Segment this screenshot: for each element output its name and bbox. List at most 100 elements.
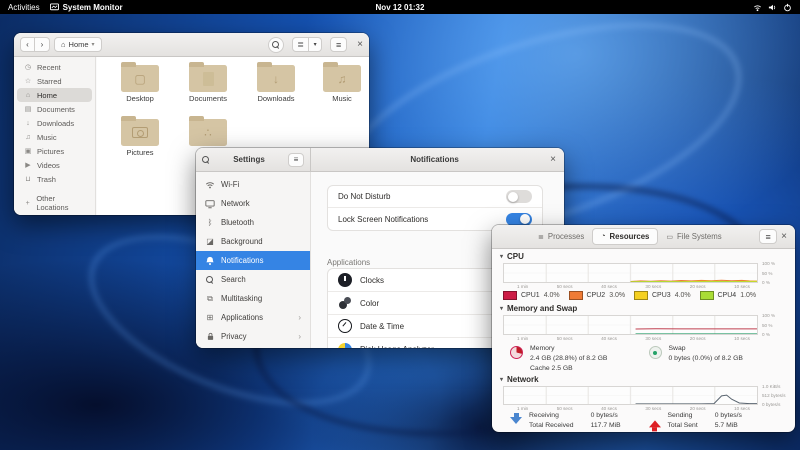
tab-label: Processes — [548, 232, 584, 241]
settings-item-network[interactable]: Network — [196, 194, 310, 213]
settings-item-notifications[interactable]: Notifications — [196, 251, 310, 270]
tab-file-systems[interactable]: ▭ File Systems — [658, 228, 729, 245]
y-tick: 50 % — [762, 323, 792, 328]
files-close-button[interactable]: × — [357, 39, 363, 50]
folder-label: Pictures — [109, 148, 171, 157]
cpu3-swatch — [634, 291, 648, 300]
folder-label: Downloads — [245, 94, 307, 103]
settings-item-label: Applications — [221, 313, 263, 322]
do-not-disturb-row[interactable]: Do Not Disturb — [328, 186, 542, 208]
settings-title: Settings — [210, 155, 288, 164]
tab-resources[interactable]: ◔ Resources — [592, 228, 658, 245]
cpu3-legend-item[interactable]: CPU34.0% — [634, 291, 700, 300]
sysmon-menu-button[interactable]: ≡ — [759, 229, 777, 244]
cpu4-swatch — [700, 291, 714, 300]
video-icon: ▶ — [24, 161, 32, 169]
photo-icon: ▣ — [24, 147, 32, 155]
memory-cache-value: Cache 2.5 GB — [530, 365, 573, 372]
settings-item-multitasking[interactable]: ⧉ Multitasking — [196, 289, 310, 308]
list-view-button[interactable]: ≣ — [292, 37, 309, 52]
sidebar-item-pictures[interactable]: ▣Pictures — [17, 144, 92, 158]
top-bar: Activities System Monitor Nov 12 01:32 — [0, 0, 800, 14]
system-monitor-window: ≣ Processes ◔ Resources ▭ File Systems ≡… — [492, 225, 795, 432]
settings-item-search[interactable]: Search — [196, 270, 310, 289]
camera-glyph — [121, 119, 159, 146]
folder-music[interactable]: ♫ Music — [311, 61, 369, 103]
back-button[interactable]: ‹ — [20, 37, 35, 52]
settings-item-background[interactable]: ◪ Background — [196, 232, 310, 251]
memory-usage-legend: Memory 2.4 GB (28.8%) of 8.2 GB Cache 2.… — [510, 344, 649, 374]
sidebar-item-videos[interactable]: ▶Videos — [17, 158, 92, 172]
sidebar-item-starred[interactable]: ☆Starred — [17, 74, 92, 88]
tab-label: Resources — [610, 232, 650, 241]
files-headerbar: ‹ › ⌂ Home ▾ ≣ ▾ ≡ × — [14, 33, 369, 57]
cpu-section-header[interactable]: ▾ CPU — [500, 252, 524, 261]
memory-section-header[interactable]: ▾ Memory and Swap — [500, 304, 577, 313]
swap-usage-legend: Swap 0 bytes (0.0%) of 8.2 GB — [649, 344, 788, 374]
settings-sidebar-menu-button[interactable]: ≡ — [288, 153, 304, 167]
y-tick: 0 % — [762, 280, 792, 285]
settings-item-privacy[interactable]: Privacy › — [196, 327, 310, 346]
network-icon — [753, 3, 762, 12]
system-tray[interactable] — [753, 3, 800, 12]
cpu1-legend-item[interactable]: CPU14.0% — [503, 291, 569, 300]
sidebar-item-documents[interactable]: ▤Documents — [17, 102, 92, 116]
sidebar-item-label: Trash — [37, 175, 56, 184]
lock-screen-notifications-toggle[interactable] — [506, 213, 532, 226]
folder-pictures[interactable]: Pictures — [109, 115, 171, 157]
settings-item-bluetooth[interactable]: ᛒ Bluetooth — [196, 213, 310, 232]
search-button[interactable] — [268, 37, 284, 53]
cpu-name: CPU4 — [718, 292, 737, 299]
download-icon: ↓ — [24, 120, 32, 127]
settings-item-applications[interactable]: ⊞ Applications › — [196, 308, 310, 327]
x-tick: 20 secs — [690, 336, 706, 341]
folder-desktop[interactable]: ▢ Desktop — [109, 61, 171, 103]
lock-icon — [205, 332, 215, 341]
sidebar-item-downloads[interactable]: ↓Downloads — [17, 116, 92, 130]
y-tick: 0 bytes/s — [762, 402, 792, 407]
cpu-y-axis: 100 % 50 % 0 % — [762, 261, 792, 285]
y-tick: 100 % — [762, 261, 792, 266]
cpu4-legend-item[interactable]: CPU41.0% — [700, 291, 766, 300]
chevron-right-icon: › — [298, 332, 301, 341]
music-note-icon: ♫ — [24, 134, 32, 141]
folder-icon — [121, 119, 159, 146]
tab-processes[interactable]: ≣ Processes — [530, 228, 592, 245]
files-menu-button[interactable]: ≡ — [330, 37, 347, 52]
settings-close-button[interactable]: × — [550, 154, 556, 165]
memory-usage-value: 2.4 GB (28.8%) of 8.2 GB — [530, 355, 607, 362]
sidebar-item-home[interactable]: ⌂Home — [17, 88, 92, 102]
swap-pie-icon — [649, 346, 662, 359]
path-bar[interactable]: ⌂ Home ▾ — [54, 37, 102, 52]
do-not-disturb-toggle[interactable] — [506, 190, 532, 203]
folder-downloads[interactable]: ↓ Downloads — [245, 61, 307, 103]
view-options-caret-button[interactable]: ▾ — [309, 37, 322, 52]
sidebar-item-label: Other Locations — [36, 194, 85, 212]
date-time-app-icon — [338, 319, 352, 333]
sidebar-item-music[interactable]: ♫ Music — [17, 130, 92, 144]
file-systems-disk-icon: ▭ — [666, 233, 673, 241]
memory-y-axis: 100 % 50 % 0 % — [762, 313, 792, 337]
sidebar-item-trash[interactable]: ⊔Trash — [17, 172, 92, 186]
total-received-value: 117.7 MiB — [591, 422, 621, 429]
lock-screen-notifications-label: Lock Screen Notifications — [338, 215, 428, 224]
folder-documents[interactable]: Documents — [177, 61, 239, 103]
sysmon-close-button[interactable]: × — [781, 231, 787, 242]
cpu-value: 3.0% — [609, 292, 625, 299]
sidebar-item-other-locations[interactable]: +Other Locations — [17, 196, 92, 210]
settings-search-icon[interactable] — [202, 156, 210, 164]
settings-item-label: Search — [221, 275, 246, 284]
app-row-label: Disk Usage Analyzer — [360, 345, 434, 348]
sidebar-item-label: Music — [37, 133, 57, 142]
folder-icon: ▢ — [121, 65, 159, 92]
network-section-header[interactable]: ▾ Network — [500, 375, 539, 384]
cpu-value: 4.0% — [544, 292, 560, 299]
clock[interactable]: Nov 12 01:32 — [0, 3, 800, 12]
sending-rate: 0 bytes/s — [715, 412, 742, 419]
cpu-value: 1.0% — [740, 292, 756, 299]
sidebar-item-recent[interactable]: ◷Recent — [17, 60, 92, 74]
cpu2-legend-item[interactable]: CPU23.0% — [569, 291, 635, 300]
settings-item-wifi[interactable]: Wi-Fi — [196, 175, 310, 194]
settings-item-label: Privacy — [221, 332, 247, 341]
forward-button[interactable]: › — [35, 37, 50, 52]
